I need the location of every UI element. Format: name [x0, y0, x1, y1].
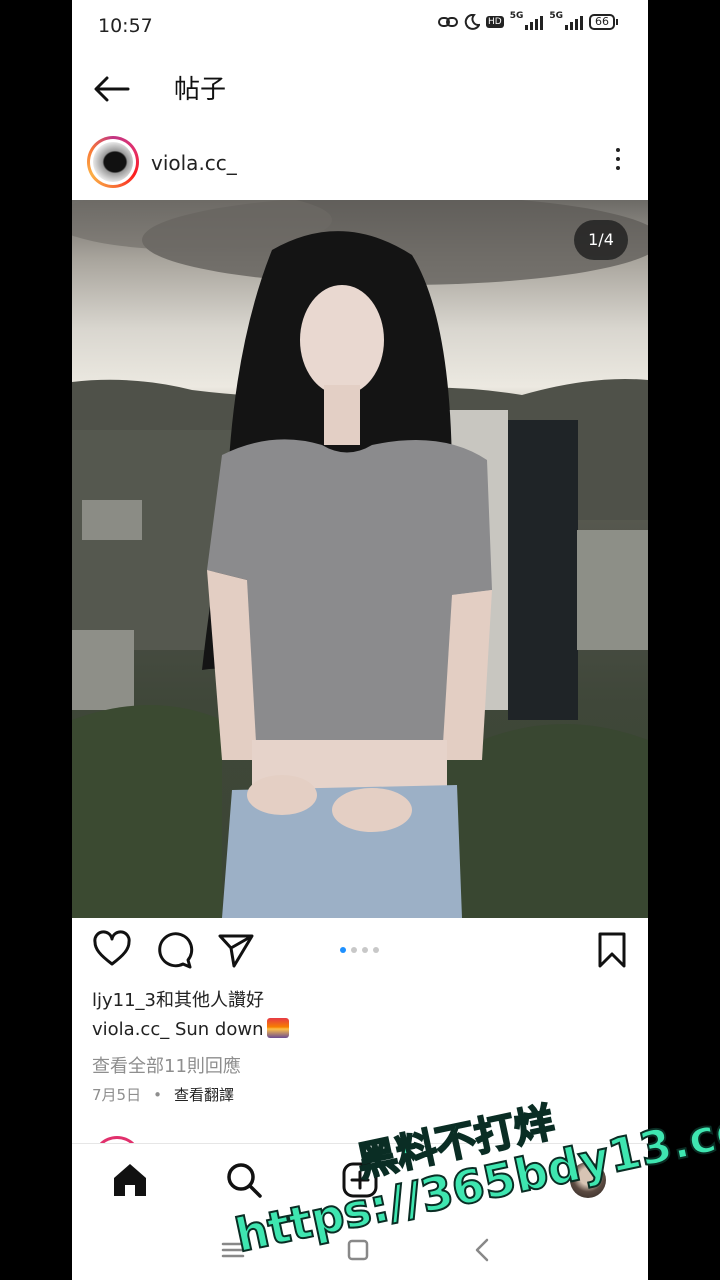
post-username[interactable]: viola.cc_ — [151, 151, 237, 175]
arrow-left-icon[interactable] — [92, 74, 132, 104]
status-time: 10:57 — [98, 15, 153, 37]
post-date: 7月5日 — [92, 1086, 142, 1104]
heart-icon[interactable] — [92, 930, 132, 970]
meta-separator: • — [153, 1086, 162, 1104]
signal-icon-2 — [565, 14, 583, 30]
post-photo[interactable]: 1/4 — [72, 200, 648, 918]
carousel-dot — [351, 947, 357, 953]
post-header: viola.cc_ — [72, 130, 648, 196]
more-vertical-icon[interactable] — [612, 148, 624, 178]
translate-link[interactable]: 查看翻譯 — [174, 1086, 234, 1104]
photo-counter: 1/4 — [574, 220, 628, 260]
carousel-dot — [362, 947, 368, 953]
status-icons: HD 5G 5G 66 — [437, 11, 618, 30]
post-meta: 7月5日 • 查看翻譯 — [92, 1084, 234, 1105]
moon-icon — [464, 14, 480, 30]
comment-icon[interactable] — [154, 930, 194, 970]
link-icon — [437, 17, 458, 27]
likes-text[interactable]: ljy11_3和其他人讚好 — [92, 986, 264, 1012]
page-title: 帖子 — [174, 75, 227, 105]
hd-badge: HD — [485, 16, 504, 28]
caption-username[interactable]: viola.cc_ — [92, 1019, 169, 1040]
search-icon[interactable] — [224, 1160, 264, 1200]
home-icon[interactable] — [110, 1160, 150, 1200]
photo-scene — [72, 200, 648, 918]
carousel-indicator — [340, 947, 379, 953]
network-label-2: 5G — [549, 11, 563, 21]
top-bar: 帖子 — [72, 54, 648, 124]
avatar[interactable] — [87, 136, 139, 188]
bookmark-icon[interactable] — [592, 930, 632, 970]
chevron-left-icon[interactable] — [468, 1235, 498, 1265]
send-icon[interactable] — [216, 930, 256, 970]
carousel-dot — [340, 947, 346, 953]
post-caption: viola.cc_ Sun down — [92, 1018, 290, 1040]
battery-icon: 66 — [589, 14, 618, 30]
phone-screen: 10:57 HD 5G 5G 66 帖子 viola.cc_ 1/4 ljy11… — [72, 0, 648, 1280]
caption-text: Sun down — [169, 1019, 264, 1040]
battery-level: 66 — [589, 14, 615, 30]
view-all-comments-link[interactable]: 查看全部11則回應 — [92, 1052, 241, 1078]
carousel-dot — [373, 947, 379, 953]
post-actions — [72, 922, 648, 982]
network-label: 5G — [509, 11, 524, 21]
signal-icon — [525, 14, 544, 30]
sunset-emoji-icon — [267, 1018, 290, 1038]
status-bar: 10:57 HD 5G 5G 66 — [72, 0, 648, 54]
